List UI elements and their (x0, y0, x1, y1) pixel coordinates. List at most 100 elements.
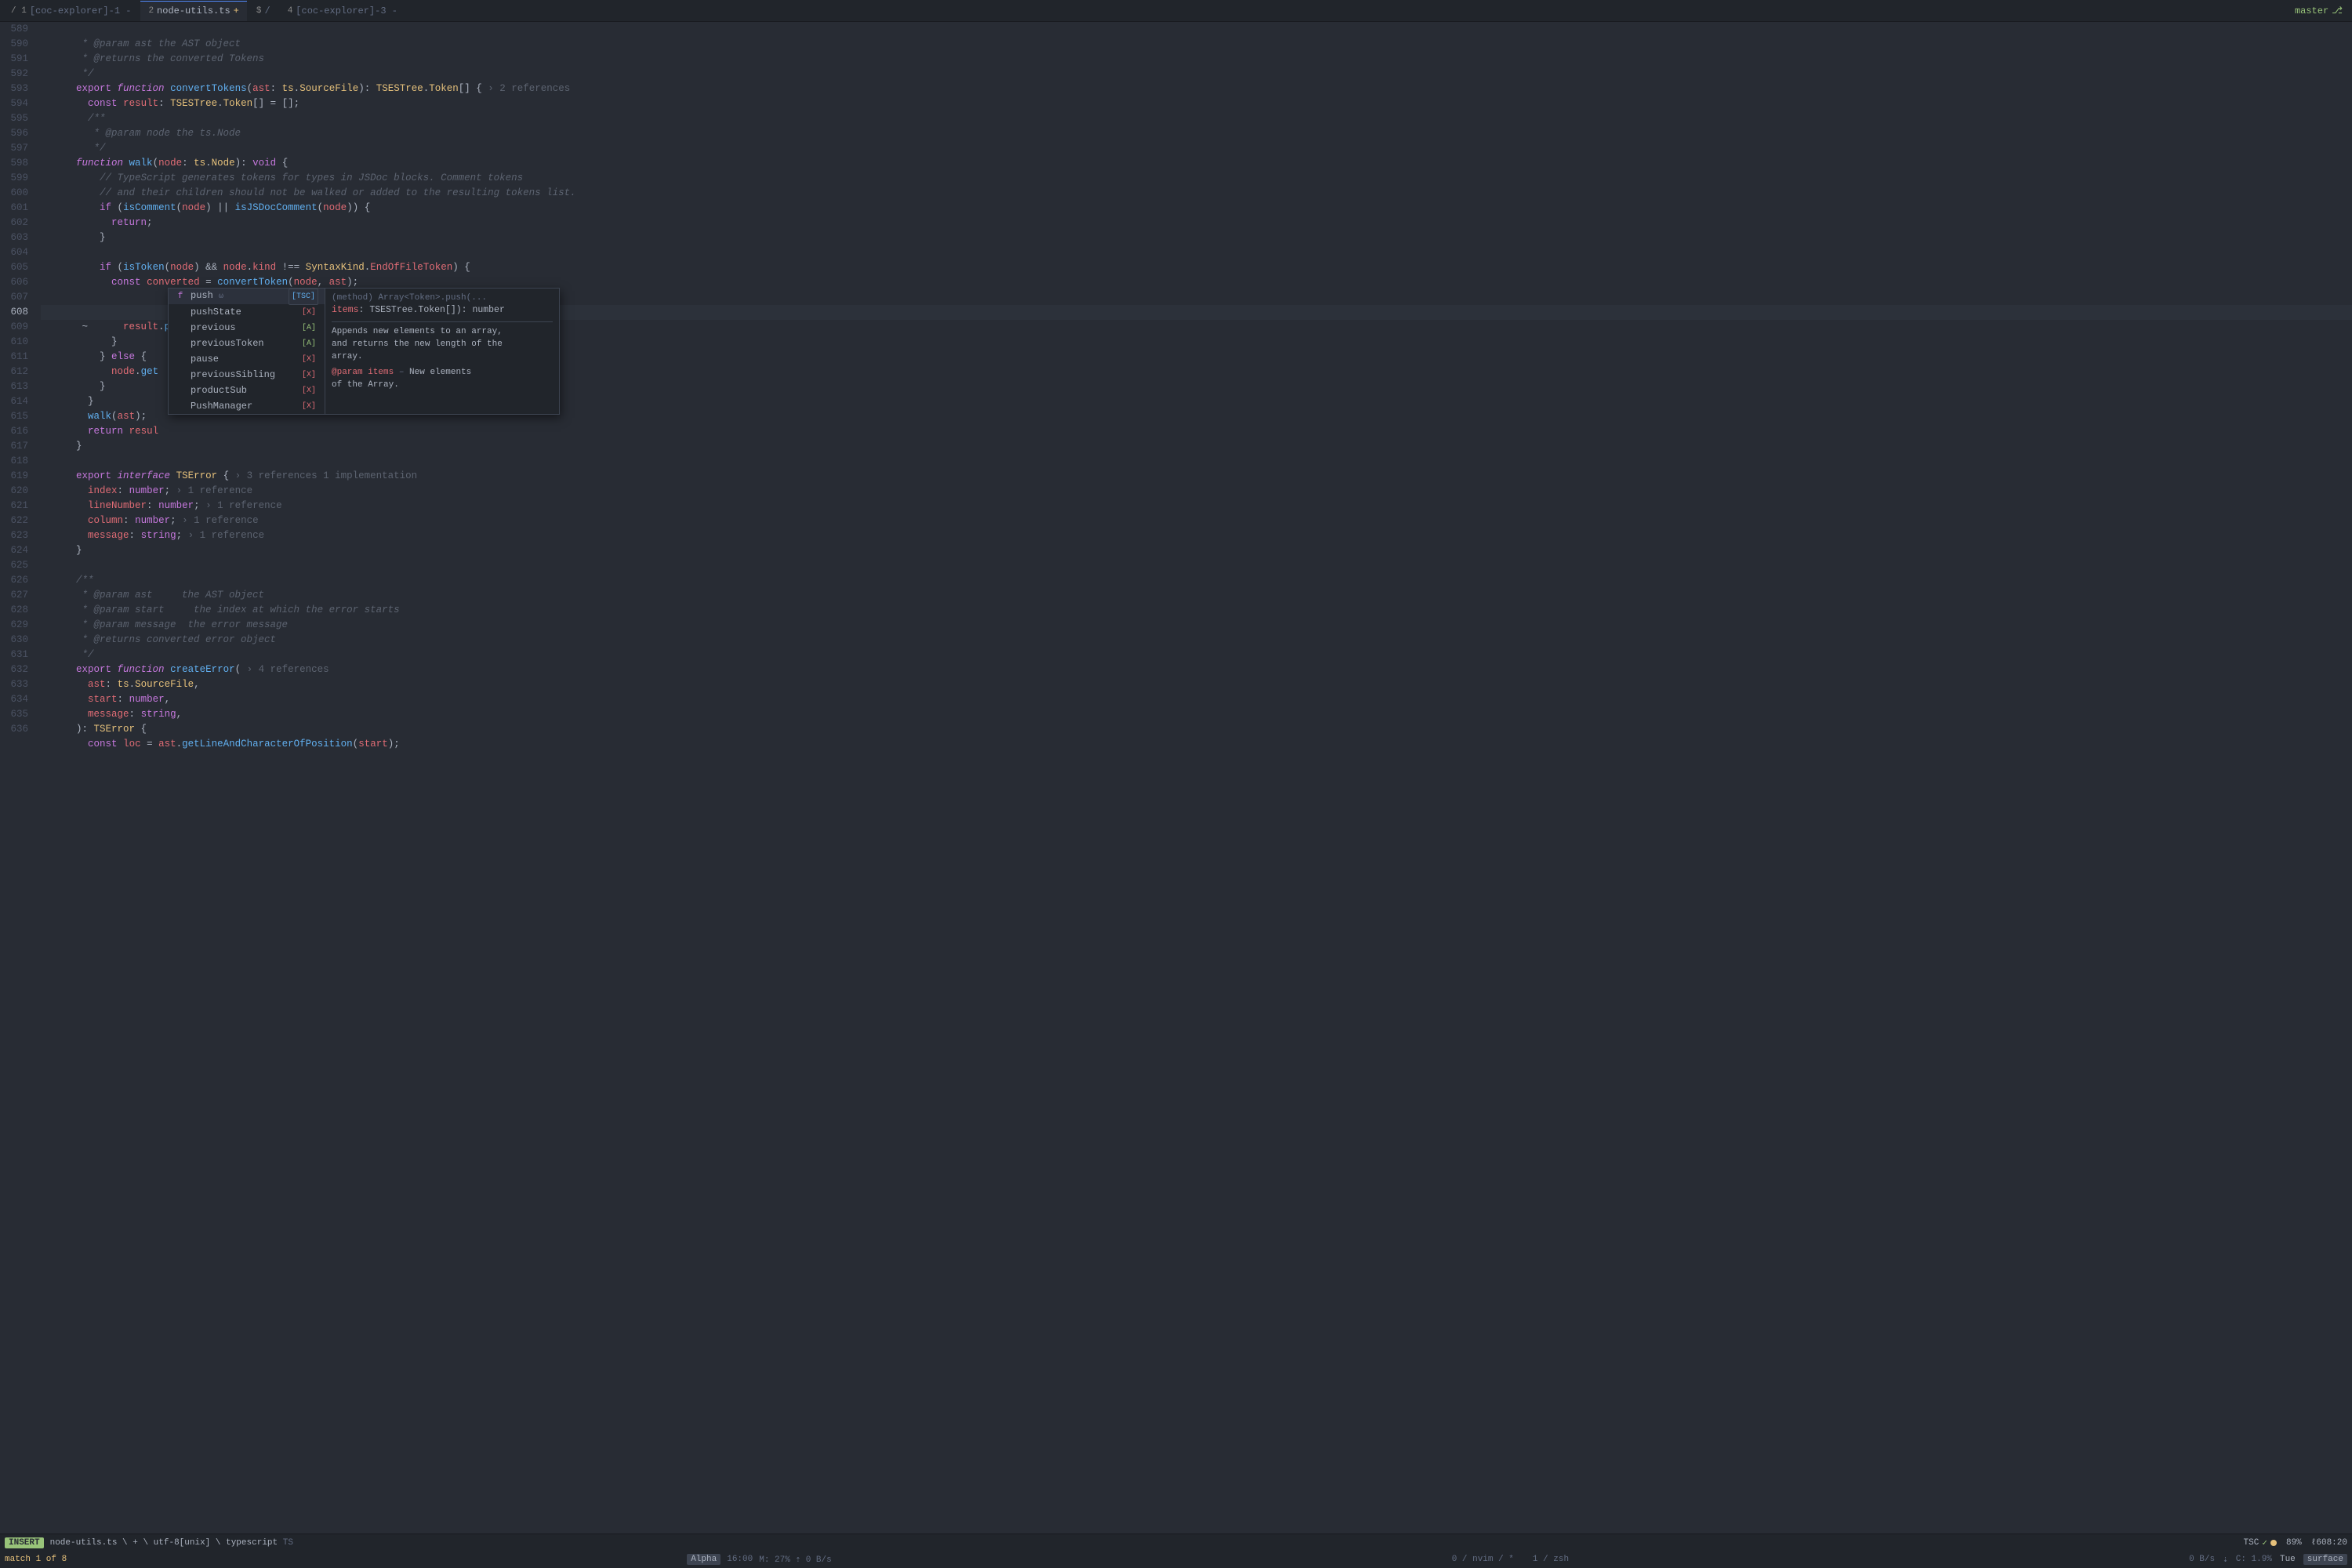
ln-616: 616 (3, 424, 28, 439)
status-bottom-right: 0 B/s ⇣ C: 1.9% Tue surface (2189, 1554, 2347, 1565)
ac-item-label-previoustoken: previousToken (191, 336, 264, 351)
status-insert-left: INSERT node-utils.ts \ + \ utf-8[unix] \… (5, 1537, 293, 1548)
ln-590: 590 (3, 37, 28, 52)
ln-609: 609 (3, 320, 28, 335)
tab-label-2: node-utils.ts (157, 5, 230, 16)
line-620: lineNumber: number; › 1 reference (41, 484, 2352, 499)
status-insert-right: TSC ✓ 89% ℓ608:20 (2244, 1537, 2347, 1548)
net-down: 0 B/s (2189, 1555, 2215, 1564)
line-601: return; (41, 201, 2352, 216)
ln-624: 624 (3, 543, 28, 558)
line-599: // and their children should not be walk… (41, 171, 2352, 186)
ln-597: 597 (3, 141, 28, 156)
ln-618: 618 (3, 454, 28, 469)
git-icon: ⎇ (2332, 5, 2343, 16)
line-629: * @returns converted error object (41, 618, 2352, 633)
ln-634: 634 (3, 692, 28, 707)
status-bar-insert: INSERT node-utils.ts \ + \ utf-8[unix] \… (0, 1534, 2352, 1551)
ln-633: 633 (3, 677, 28, 692)
status-file-sep1: \ (122, 1538, 132, 1548)
ac-param-desc1: New elements (409, 368, 471, 377)
tab-modified-2: + (234, 5, 239, 16)
ac-params-text: items (332, 305, 359, 315)
ln-635: 635 (3, 707, 28, 722)
ln-605: 605 (3, 260, 28, 275)
tsc-label: TSC (2244, 1538, 2259, 1548)
status-file-type: typescript (226, 1538, 278, 1548)
alpha-badge: Alpha (687, 1554, 720, 1565)
ac-item-kind-pushstate: [X] (299, 305, 318, 320)
line-619: index: number; › 1 reference (41, 469, 2352, 484)
tab-3[interactable]: $ / (249, 1, 278, 21)
line-589: * @param ast the AST object (41, 22, 2352, 37)
ln-602: 602 (3, 216, 28, 230)
line-635: ): TSError { (41, 707, 2352, 722)
ln-612: 612 (3, 365, 28, 379)
ac-item-push[interactable]: f push ω [TSC] (169, 289, 325, 304)
line-598: // TypeScript generates tokens for types… (41, 156, 2352, 171)
line-626: * @param ast the AST object (41, 573, 2352, 588)
cursor-position: ℓ608:20 (2311, 1538, 2347, 1548)
ac-item-pushmanager[interactable]: PushManager [X] (169, 398, 325, 414)
net-arrow: ⇣ (2223, 1554, 2228, 1565)
zoom-level: 89% (2286, 1538, 2302, 1548)
ln-599: 599 (3, 171, 28, 186)
editor-area: 589 590 591 592 593 594 595 596 597 598 … (0, 22, 2352, 1534)
ln-601: 601 (3, 201, 28, 216)
ac-item-icon-push: f (175, 289, 186, 304)
ac-method-label: (method) Array<Token>.push(... (332, 293, 487, 303)
line-597: function walk(node: ts.Node): void { (41, 141, 2352, 156)
ln-636: 636 (3, 722, 28, 737)
nvim-info: 0 / nvim / * (1452, 1555, 1514, 1564)
line-633: start: number, (41, 677, 2352, 692)
ac-params-type: : TSESTree.Token[]): number (359, 305, 505, 315)
tab-bar-left: / 1 [coc-explorer]-1 - 2 node-utils.ts +… (3, 1, 405, 21)
line-618: export interface TSError { › 3 reference… (41, 454, 2352, 469)
tab-num-4: 4 (288, 6, 293, 16)
ac-item-pause[interactable]: pause [X] (169, 351, 325, 367)
ac-item-label-previoussibling: previousSibling (191, 368, 275, 383)
autocomplete-popup[interactable]: f push ω [TSC] pushState [X] (168, 288, 560, 415)
status-file-sep2: \ (143, 1538, 153, 1548)
ac-desc-line2: and returns the new length of the (332, 339, 503, 349)
ac-item-previous[interactable]: previous [A] (169, 320, 325, 336)
tab-label-3: / (264, 5, 270, 16)
ln-615: 615 (3, 409, 28, 424)
line-592: export function convertTokens(ast: ts.So… (41, 67, 2352, 82)
match-label: match 1 of 8 (5, 1555, 67, 1564)
ac-item-kind-previoustoken: [A] (299, 336, 318, 351)
ac-item-productsub[interactable]: productSub [X] (169, 383, 325, 398)
zsh-info: 1 / zsh (1533, 1555, 1569, 1564)
line-594: /** (41, 96, 2352, 111)
status-bar-bottom: match 1 of 8 Alpha 16:00 M: 27% ⇡ 0 B/s … (0, 1551, 2352, 1568)
ac-item-kind-previoussibling: [X] (299, 368, 318, 383)
ac-item-label-productsub: productSub (191, 383, 247, 398)
status-insert-file: node-utils.ts \ + \ utf-8[unix] \ typesc… (50, 1538, 293, 1548)
tab-2[interactable]: 2 node-utils.ts + (140, 1, 246, 21)
line-617 (41, 439, 2352, 454)
ac-item-previoussibling[interactable]: previousSibling [X] (169, 367, 325, 383)
mem-val: M: 27% (759, 1555, 790, 1565)
ac-item-kind-productsub: [X] (299, 383, 318, 398)
ln-614: 614 (3, 394, 28, 409)
line-591: */ (41, 52, 2352, 67)
ac-item-pushstate[interactable]: pushState [X] (169, 304, 325, 320)
tsc-check-icon: ✓ (2262, 1537, 2267, 1548)
line-603 (41, 230, 2352, 245)
ln-617: 617 (3, 439, 28, 454)
ln-611: 611 (3, 350, 28, 365)
tab-4[interactable]: 4 [coc-explorer]-3 - (280, 1, 405, 21)
ac-item-kind-previous: [A] (299, 321, 318, 336)
ln-589: 589 (3, 22, 28, 37)
ln-629: 629 (3, 618, 28, 633)
status-file-name: node-utils.ts (50, 1538, 118, 1548)
tab-1[interactable]: / 1 [coc-explorer]-1 - (3, 1, 139, 21)
line-627: * @param start the index at which the er… (41, 588, 2352, 603)
day-label: Tue (2280, 1555, 2296, 1564)
line-593: const result: TSESTree.Token[] = []; (41, 82, 2352, 96)
ac-item-previoustoken[interactable]: previousToken [A] (169, 336, 325, 351)
code-content[interactable]: * @param ast the AST object * @returns t… (34, 22, 2352, 1534)
line-623: } (41, 528, 2352, 543)
ac-item-kind-push: [TSC] (289, 289, 318, 305)
ln-613: 613 (3, 379, 28, 394)
